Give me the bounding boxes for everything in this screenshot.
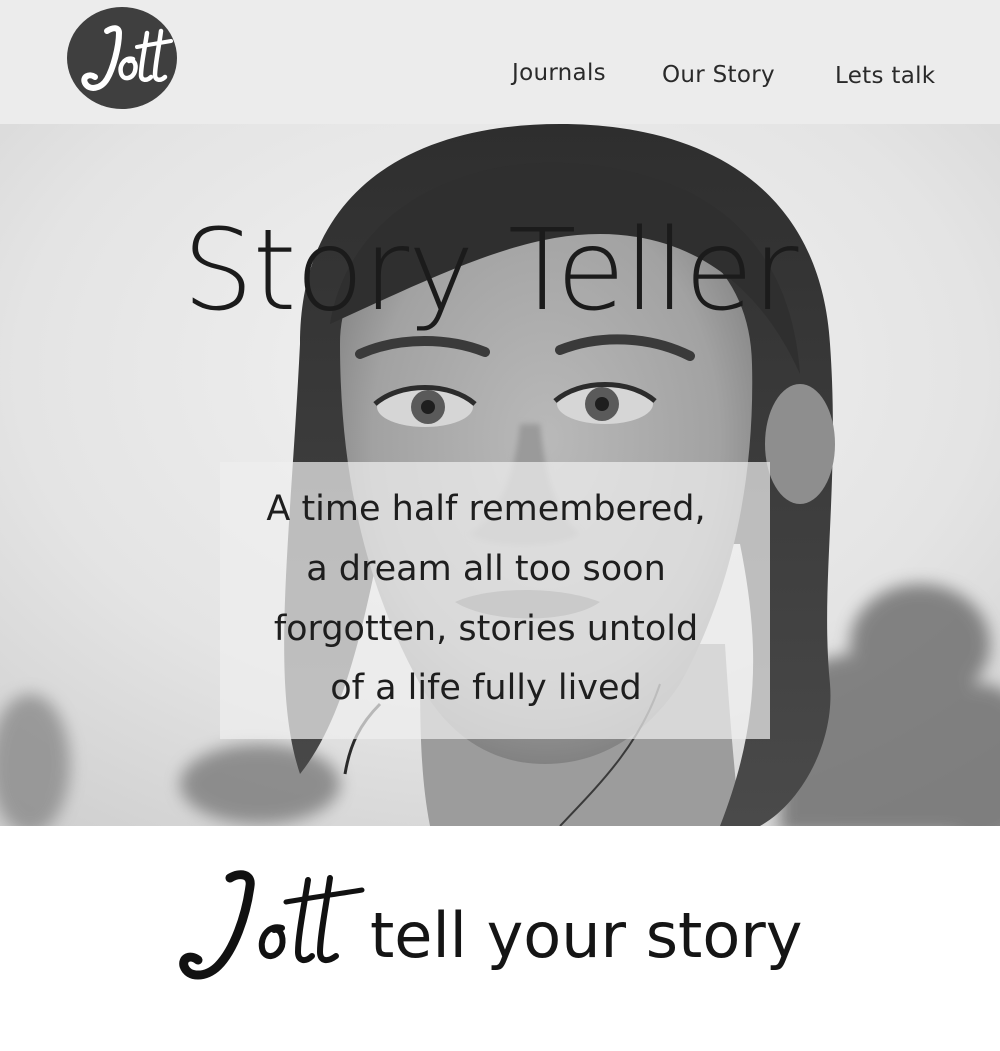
nav-link-lets-talk[interactable]: Lets talk <box>835 63 935 89</box>
tagline-section: tell your story <box>0 826 1000 1051</box>
quote-line: a dream all too soon <box>306 549 666 589</box>
quote-line: A time half remembered, <box>266 489 706 529</box>
tagline-text: tell your story <box>370 899 803 972</box>
quote-box: A time half remembered, a dream all too … <box>220 462 770 739</box>
quote-line: forgotten, stories untold <box>273 609 699 649</box>
hero-section: Story Teller A time half remembered, a d… <box>0 124 1000 826</box>
hero-title: Story Teller <box>182 206 799 336</box>
nav-link-our-story[interactable]: Our Story <box>662 62 775 88</box>
nav-link-journals[interactable]: Journals <box>512 60 606 86</box>
quote-line: of a life fully lived <box>330 668 642 708</box>
site-header: Journals Our Story Lets talk <box>0 0 1000 124</box>
main-nav: Journals Our Story Lets talk <box>0 0 1000 124</box>
jott-script-logo <box>179 870 365 980</box>
landing-page: Journals Our Story Lets talk Story Telle… <box>0 0 1000 1051</box>
